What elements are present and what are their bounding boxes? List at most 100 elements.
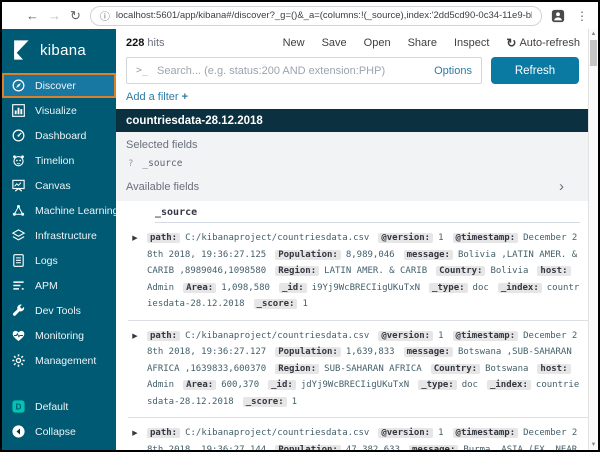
sidebar-item-timelion[interactable]: Timelion <box>2 148 116 173</box>
browser-menu-icon[interactable]: ⋮ <box>574 9 590 23</box>
field-name-badge: host: <box>537 363 571 374</box>
expand-caret-icon[interactable]: ▶ <box>130 332 140 411</box>
page-info-icon[interactable]: ⓘ <box>100 8 110 23</box>
space-default-icon: D <box>11 399 26 414</box>
field-value: 600,370 <box>221 380 260 390</box>
field-value: C:/kibanaproject/countriesdata.csv <box>185 233 370 243</box>
add-filter-link[interactable]: Add a filter + <box>116 90 588 109</box>
browser-forward-icon[interactable]: → <box>48 9 61 22</box>
sidebar-item-canvas[interactable]: Canvas <box>2 173 116 198</box>
field-name-badge: _type: <box>418 380 457 390</box>
field-name-badge: _type: <box>429 282 468 293</box>
scroll-down-icon[interactable]: ▼ <box>591 442 597 448</box>
field-value: i9Yj9WcBRECIigUKuTxN <box>311 282 421 293</box>
sidebar-item-label: Dev Tools <box>35 304 81 317</box>
index-pattern-selector[interactable]: countriesdata-28.12.2018 <box>116 109 588 132</box>
selected-field-source[interactable]: ? _source <box>128 158 578 169</box>
field-value: 1 <box>438 233 444 243</box>
document-table: _source ▶ path: C:/kibanaproject/countries… <box>116 201 588 450</box>
gear-icon <box>11 353 26 368</box>
chevron-right-icon[interactable]: › <box>559 179 564 194</box>
field-name-badge: _score: <box>242 396 287 407</box>
toolbar-link-open[interactable]: Open <box>364 37 391 49</box>
sidebar-item-collapse[interactable]: Collapse <box>2 419 116 444</box>
field-name-badge: Country: <box>436 266 486 276</box>
doc-source-fields: path: C:/kibanaproject/countriesdata.csv @… <box>147 230 580 313</box>
search-box[interactable]: >_ Options <box>126 57 482 84</box>
screenshot-root: ← → ↻ ⓘ localhost:5601/app/kibana#/disco… <box>0 0 600 452</box>
profile-icon[interactable] <box>551 9 565 23</box>
field-value: 1 <box>302 299 308 309</box>
browser-reload-icon[interactable]: ↻ <box>70 9 81 22</box>
sidebar-item-logs[interactable]: Logs <box>2 248 116 273</box>
address-bar[interactable]: ⓘ localhost:5601/app/kibana#/discover?_g… <box>89 5 542 26</box>
auto-refresh-button[interactable]: ↻ Auto-refresh <box>506 36 580 50</box>
sidebar-item-monitoring[interactable]: Monitoring <box>2 323 116 348</box>
scrollbar-thumb[interactable] <box>590 40 597 66</box>
machine-learning-icon <box>11 203 26 218</box>
field-value: jdYj9WcBRECIigUKuTxN <box>300 380 410 390</box>
field-value: Bolivia <box>490 266 529 276</box>
vertical-scrollbar[interactable]: ▲ ▼ <box>588 29 598 450</box>
field-value: doc <box>461 380 478 390</box>
field-name: _source <box>142 158 183 169</box>
field-name-badge: Area: <box>183 282 217 293</box>
field-name-badge: @timestamp: <box>452 330 519 341</box>
timelion-icon <box>11 153 26 168</box>
field-value: 1 <box>291 396 298 407</box>
toolbar-link-share[interactable]: Share <box>408 37 437 49</box>
sidebar-item-visualize[interactable]: Visualize <box>2 98 116 123</box>
field-name-badge: _index: <box>486 380 531 390</box>
field-name-badge: _id: <box>278 282 307 293</box>
field-name-badge: _id: <box>268 380 296 390</box>
toolbar-link-inspect[interactable]: Inspect <box>454 37 489 49</box>
sidebar-item-machine-learning[interactable]: Machine Learning <box>2 198 118 223</box>
sidebar-item-label: Discover <box>35 79 76 92</box>
discover-toolbar: 228 hits New Save Open Share Inspect ↻ Auto-… <box>116 29 588 53</box>
sidebar-item-label: Monitoring <box>35 329 85 342</box>
sidebar-item-apm[interactable]: APM <box>2 273 116 298</box>
collapse-icon <box>11 424 26 439</box>
kibana-logo <box>10 38 32 62</box>
expand-caret-icon[interactable]: ▶ <box>130 429 140 450</box>
field-name-badge: Country: <box>430 363 481 374</box>
scroll-up-icon[interactable]: ▲ <box>591 31 597 37</box>
field-value: 8,989,046 <box>345 249 395 260</box>
sidebar-item-discover[interactable]: Discover <box>2 73 116 98</box>
refresh-button[interactable]: Refresh <box>491 57 579 84</box>
field-value: SUB-SAHARAN AFRICA <box>324 363 422 374</box>
sidebar-item-dev-tools[interactable]: Dev Tools <box>2 298 116 323</box>
field-name-badge: @version: <box>378 428 434 438</box>
sidebar-item-default[interactable]: D Default <box>2 394 116 419</box>
field-name-badge: path: <box>147 330 181 341</box>
sidebar-item-label: Canvas <box>35 179 71 192</box>
search-input[interactable] <box>155 63 428 78</box>
field-name-badge: _score: <box>253 299 298 309</box>
sidebar-item-dashboard[interactable]: Dashboard <box>2 123 116 148</box>
field-value: C:/kibanaproject/countriesdata.csv <box>185 428 370 438</box>
browser-back-icon[interactable]: ← <box>26 9 39 22</box>
toolbar-link-new[interactable]: New <box>283 37 305 49</box>
doc-source-fields: path: C:/kibanaproject/countriesdata.csv @… <box>147 328 580 411</box>
sidebar-bottom-nav: D Default Collapse <box>2 394 116 444</box>
kibana-logo-row[interactable]: kibana <box>2 34 116 73</box>
field-name-badge: Region: <box>275 363 320 374</box>
sidebar-item-label: Timelion <box>35 154 75 167</box>
available-fields-heading: Available fields <box>126 180 200 193</box>
field-name-badge: host: <box>537 266 571 276</box>
field-name-badge: Population: <box>275 444 341 450</box>
sidebar: kibana Discover Visualize Dashboard Timelio… <box>2 29 118 450</box>
options-link[interactable]: Options <box>434 65 472 77</box>
hits-count: 228 hits <box>126 36 165 49</box>
field-value: 1 <box>438 330 444 341</box>
index-pattern-name: countriesdata-28.12.2018 <box>126 114 263 127</box>
field-name-badge: @timestamp: <box>452 233 519 243</box>
sidebar-item-management[interactable]: Management <box>2 348 116 373</box>
canvas-icon <box>11 178 26 193</box>
sidebar-item-infrastructure[interactable]: Infrastructure <box>2 223 116 248</box>
field-name-badge: Area: <box>183 380 217 390</box>
field-value: 1,098,580 <box>221 282 270 293</box>
toolbar-link-save[interactable]: Save <box>322 37 347 49</box>
expand-caret-icon[interactable]: ▶ <box>130 234 140 313</box>
